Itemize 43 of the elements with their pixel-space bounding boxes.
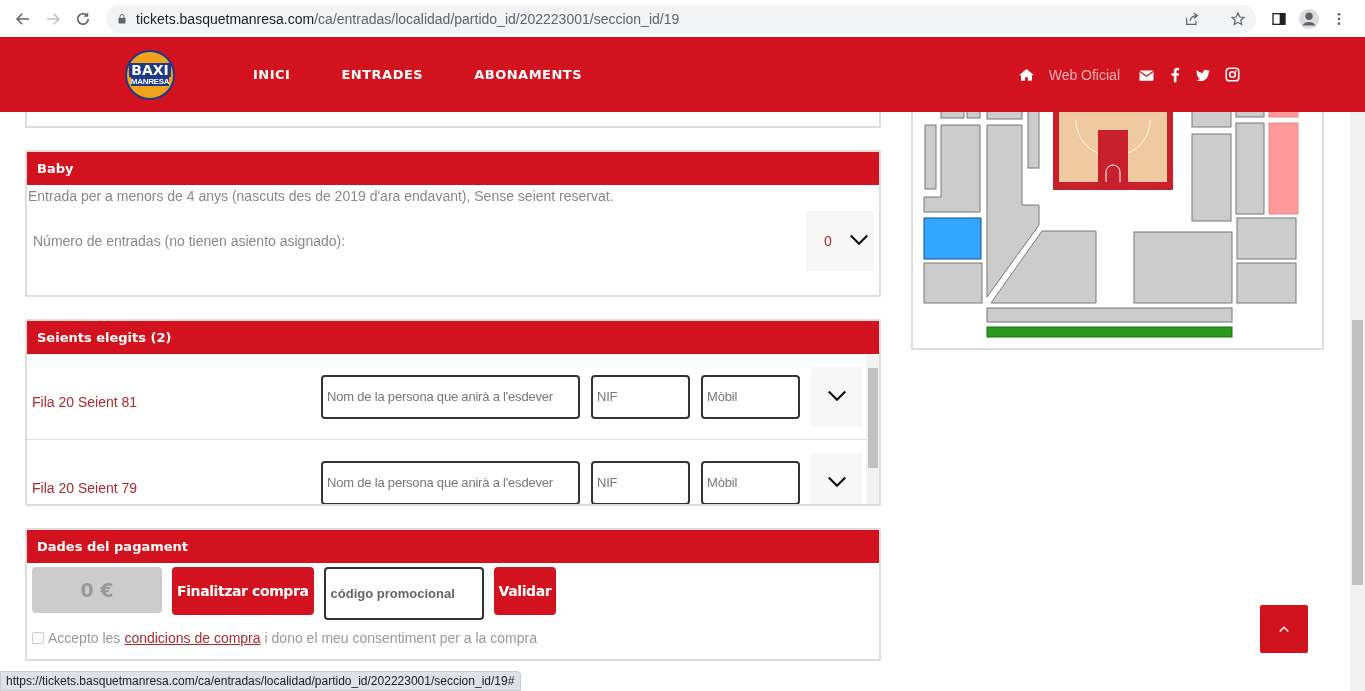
- section-header: Baby: [27, 152, 879, 185]
- logo-subtext: MANRESA: [130, 77, 170, 86]
- star-icon[interactable]: [1230, 10, 1246, 27]
- lock-icon: [116, 12, 128, 25]
- logo-text: BAXI: [129, 63, 171, 77]
- nif-input[interactable]: NIF: [591, 374, 690, 419]
- name-input[interactable]: Nom de la persona que anirà a l'esdever: [321, 374, 580, 419]
- status-bar-url: https://tickets.basquetmanresa.com/ca/entradas/localidad/partido_id/202223001/seccion_id/19#: [0, 671, 522, 691]
- ticket-description: Entrada per a menors de 4 anys (nascuts des de 2019 d'ara endavant), Sense seient reservat.: [27, 187, 615, 204]
- promo-code-input[interactable]: código promocional: [323, 567, 484, 620]
- instagram-icon[interactable]: [1225, 67, 1240, 82]
- section-header: Seients elegits (2): [27, 321, 879, 354]
- seat-label: Fila 20 Seient 79: [32, 479, 139, 496]
- name-input[interactable]: Nom de la persona que anirà a l'esdever: [321, 460, 580, 504]
- quantity-label: Número de entradas (no tienen asiento asignado):: [33, 233, 347, 249]
- url-text: tickets.basquetmanresa.com/ca/entradas/localidad/partido_id/202223001/seccion_id/19: [136, 10, 680, 27]
- club-logo[interactable]: BAXI MANRESA: [125, 49, 175, 100]
- web-oficial-link[interactable]: Web Oficial: [1048, 66, 1120, 83]
- mobile-input[interactable]: Mòbil: [701, 460, 800, 504]
- share-icon[interactable]: [1184, 10, 1200, 27]
- seat-label: Fila 20 Seient 81: [32, 393, 139, 410]
- terms-text: Accepto les: [48, 630, 121, 646]
- side-panel-icon[interactable]: [1271, 10, 1287, 27]
- nav-link[interactable]: ENTRADES: [341, 67, 424, 82]
- mobile-input[interactable]: Mòbil: [701, 374, 800, 419]
- nif-input[interactable]: NIF: [591, 460, 690, 504]
- quantity-select[interactable]: 0: [806, 211, 874, 271]
- page-scrollbar[interactable]: [1350, 112, 1365, 691]
- address-bar[interactable]: tickets.basquetmanresa.com/ca/entradas/localidad/partido_id/202223001/seccion_id/19: [106, 4, 1256, 33]
- scrollbar[interactable]: [866, 354, 879, 504]
- section-header: Dades del pagament: [27, 530, 879, 563]
- twitter-icon[interactable]: [1195, 67, 1211, 82]
- caret-up-icon: [1278, 624, 1290, 634]
- terms-checkbox[interactable]: [32, 632, 44, 644]
- finish-purchase-button[interactable]: Finalitzar compra: [172, 567, 314, 615]
- nav-link[interactable]: ABONAMENTS: [474, 67, 583, 82]
- validate-button[interactable]: Validar: [493, 567, 557, 615]
- home-icon[interactable]: [1017, 67, 1035, 82]
- terms-text: i dono el meu consentiment per a la compra: [264, 630, 537, 646]
- avatar-icon[interactable]: [1298, 7, 1320, 30]
- nav-link[interactable]: INICI: [253, 67, 291, 82]
- facebook-icon[interactable]: [1169, 66, 1181, 83]
- terms-link[interactable]: condicions de compra: [124, 630, 261, 646]
